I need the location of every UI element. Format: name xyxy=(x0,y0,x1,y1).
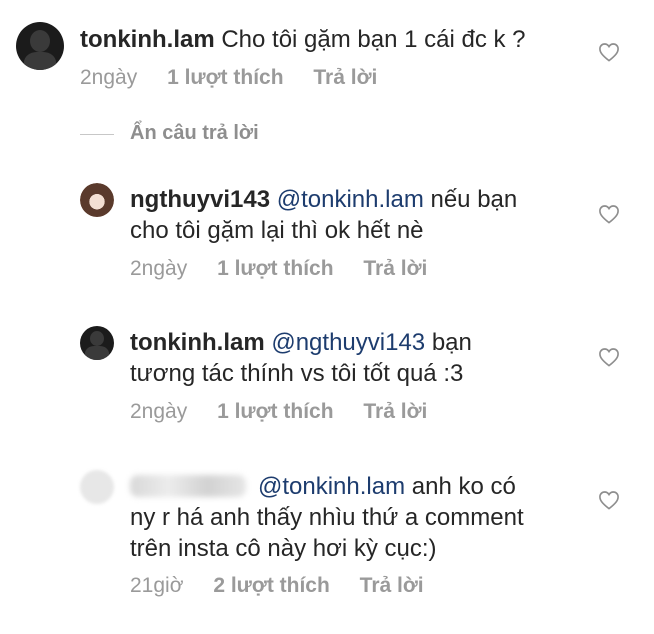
heart-outline-icon[interactable] xyxy=(598,347,620,367)
reply-body-line2: tương tác thính vs tôi tốt quá :3 xyxy=(130,360,464,387)
reply-username[interactable]: tonkinh.lam xyxy=(130,329,265,356)
reply-time: 2ngày xyxy=(130,257,188,280)
reply-button[interactable]: Trả lời xyxy=(363,257,427,280)
reply-time: 21giờ xyxy=(130,574,184,597)
reply-likes[interactable]: 2 lượt thích xyxy=(213,574,329,597)
reply-body-line3: trên insta cô này hơi kỳ cục:) xyxy=(130,535,437,562)
avatar[interactable] xyxy=(80,326,114,360)
heart-outline-icon[interactable] xyxy=(598,204,620,224)
heart-outline-icon[interactable] xyxy=(598,490,620,510)
reply-meta: 21giờ 2 lượt thích Trả lời xyxy=(130,574,448,598)
reply-button[interactable]: Trả lời xyxy=(313,66,377,89)
comment-username[interactable]: tonkinh.lam xyxy=(80,26,215,53)
reply-likes[interactable]: 1 lượt thích xyxy=(217,400,333,423)
reply-text: @tonkinh.lam anh ko có xyxy=(130,471,516,502)
reply-likes[interactable]: 1 lượt thích xyxy=(217,257,333,280)
reply-body-line2: cho tôi gặm lại thì ok hết nè xyxy=(130,217,424,244)
reply-body-line1: bạn xyxy=(431,329,472,356)
comment-text: tonkinh.lam Cho tôi gặm bạn 1 cái đc k ? xyxy=(80,24,526,55)
avatar[interactable] xyxy=(80,470,114,504)
reply-mention[interactable]: @tonkinh.lam xyxy=(277,186,424,213)
comment-likes[interactable]: 1 lượt thích xyxy=(167,66,283,89)
hide-replies-label[interactable]: Ẩn câu trả lời xyxy=(130,122,259,145)
comment-time: 2ngày xyxy=(80,66,138,89)
reply-body-line1: nếu bạn xyxy=(430,186,518,213)
reply-mention[interactable]: @tonkinh.lam xyxy=(258,473,405,500)
reply-text: tonkinh.lam @ngthuyvi143 bạn xyxy=(130,327,472,358)
avatar[interactable] xyxy=(80,183,114,217)
avatar[interactable] xyxy=(16,22,64,70)
comment-meta: 2ngày 1 lượt thích Trả lời xyxy=(80,66,401,90)
reply-body-line1: anh ko có xyxy=(411,473,516,500)
reply-username[interactable]: ngthuyvi143 xyxy=(130,186,270,213)
reply-meta: 2ngày 1 lượt thích Trả lời xyxy=(130,257,451,281)
reply-meta: 2ngày 1 lượt thích Trả lời xyxy=(130,400,451,424)
reply-button[interactable]: Trả lời xyxy=(363,400,427,423)
reply-mention[interactable]: @ngthuyvi143 xyxy=(271,329,425,356)
reply-body-line2: ny r há anh thấy nhìu thứ a comment xyxy=(130,504,524,531)
heart-outline-icon[interactable] xyxy=(598,42,620,62)
reply-button[interactable]: Trả lời xyxy=(360,574,424,597)
reply-text: ngthuyvi143 @tonkinh.lam nếu bạn xyxy=(130,184,517,215)
reply-username-blurred[interactable] xyxy=(130,475,246,497)
reply-time: 2ngày xyxy=(130,400,188,423)
comment-body: Cho tôi gặm bạn 1 cái đc k ? xyxy=(221,26,526,53)
divider xyxy=(80,134,114,135)
